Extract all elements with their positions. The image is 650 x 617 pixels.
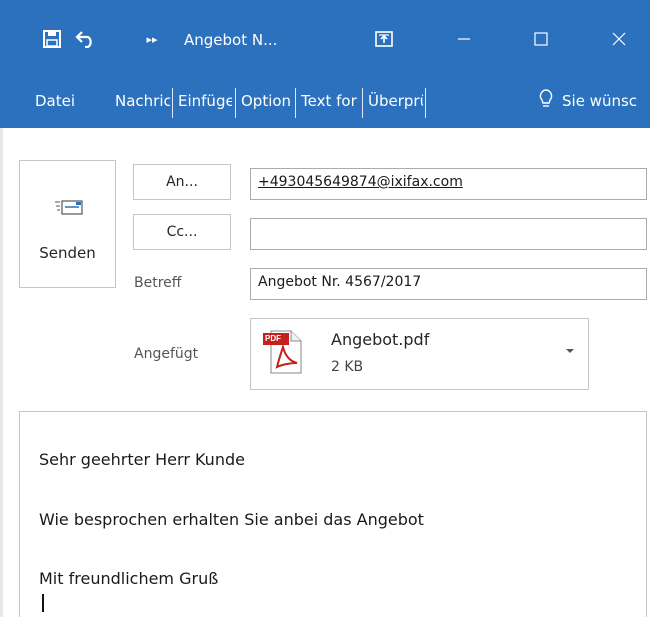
body-line: Mit freundlichem Gruß <box>39 569 219 588</box>
undo-icon[interactable] <box>70 24 102 54</box>
tab-optionen[interactable]: Option <box>241 91 293 117</box>
attachment-name: Angebot.pdf <box>331 330 430 349</box>
tab-datei[interactable]: Datei <box>35 91 85 117</box>
pdf-file-icon: PDF <box>261 329 305 379</box>
tab-nachricht[interactable]: Nachric <box>115 91 170 117</box>
tab-ueberpruefen[interactable]: Überprü <box>368 91 423 117</box>
pane-edge <box>0 128 3 617</box>
to-button[interactable]: An... <box>133 164 231 200</box>
more-commands-icon[interactable]: ▸▸ <box>140 24 164 54</box>
attachment-item[interactable]: PDF Angebot.pdf 2 KB <box>250 318 589 390</box>
minimize-button[interactable] <box>441 24 487 54</box>
chevron-down-icon[interactable] <box>566 349 574 353</box>
close-button[interactable] <box>596 24 642 54</box>
tab-text-formatieren[interactable]: Text for <box>301 91 358 117</box>
tab-separator <box>235 88 236 118</box>
attachment-size: 2 KB <box>331 359 364 375</box>
maximize-button[interactable] <box>518 24 564 54</box>
subject-field[interactable]: Angebot Nr. 4567/2017 <box>250 268 647 300</box>
cc-button[interactable]: Cc... <box>133 214 231 250</box>
tab-separator <box>172 88 173 118</box>
tab-separator <box>425 88 426 118</box>
save-icon[interactable] <box>37 24 67 54</box>
tell-me-search[interactable]: Sie wünsc <box>562 91 650 117</box>
tab-separator <box>362 88 363 118</box>
lightbulb-icon[interactable] <box>538 88 554 114</box>
body-line: Wie besprochen erhalten Sie anbei das An… <box>39 510 424 529</box>
to-field[interactable]: +493045649874@ixifax.com <box>250 168 647 200</box>
tab-separator <box>295 88 296 118</box>
pdf-badge: PDF <box>265 334 281 343</box>
body-line: Sehr geehrter Herr Kunde <box>39 450 245 469</box>
recipient-address[interactable]: +493045649874@ixifax.com <box>258 174 463 190</box>
popout-icon[interactable] <box>368 24 400 54</box>
send-label: Senden <box>39 244 96 262</box>
text-cursor <box>42 594 44 612</box>
attached-label: Angefügt <box>134 346 199 362</box>
tab-einfuegen[interactable]: Einfüge <box>178 91 232 117</box>
send-icon <box>54 198 84 222</box>
send-button[interactable]: Senden <box>19 160 116 288</box>
subject-label: Betreff <box>134 275 182 291</box>
message-body[interactable]: Sehr geehrter Herr Kunde Wie besprochen … <box>19 411 647 617</box>
cc-field[interactable] <box>250 218 647 250</box>
window-title: Angebot N... <box>184 31 278 49</box>
